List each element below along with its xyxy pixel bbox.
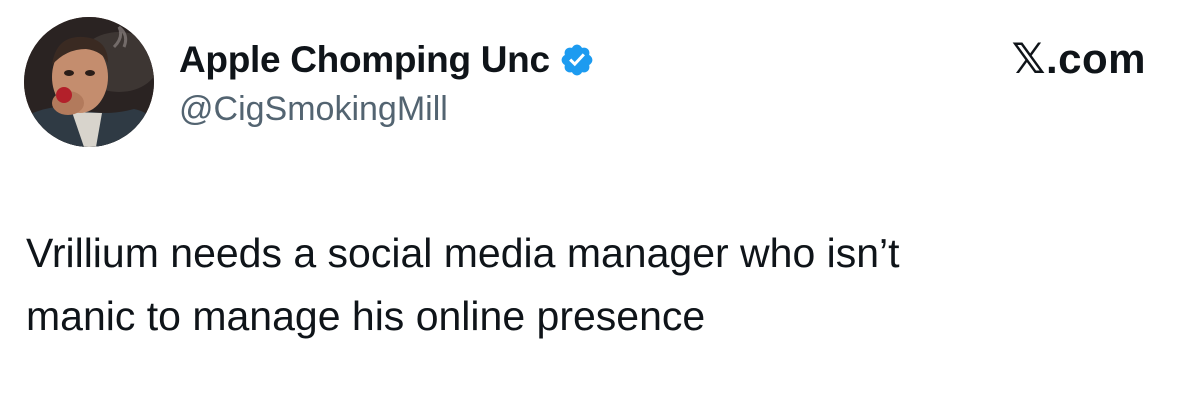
display-name-row: Apple Chomping Unc	[179, 34, 595, 86]
tweet-text: Vrillium needs a social media manager wh…	[26, 222, 1146, 348]
tweet-text-line: manic to manage his online presence	[26, 293, 706, 339]
user-handle[interactable]: @CigSmokingMill	[179, 90, 448, 129]
profile-photo-icon	[24, 17, 154, 147]
avatar[interactable]	[24, 17, 154, 147]
display-name[interactable]: Apple Chomping Unc	[179, 39, 550, 81]
tweet-text-line: Vrillium needs a social media manager wh…	[26, 230, 900, 276]
tweet-card: Apple Chomping Unc @CigSmokingMill 𝕏.com…	[0, 0, 1199, 416]
x-brand-logo: 𝕏.com	[1011, 35, 1146, 82]
verified-badge-icon[interactable]	[559, 42, 595, 78]
